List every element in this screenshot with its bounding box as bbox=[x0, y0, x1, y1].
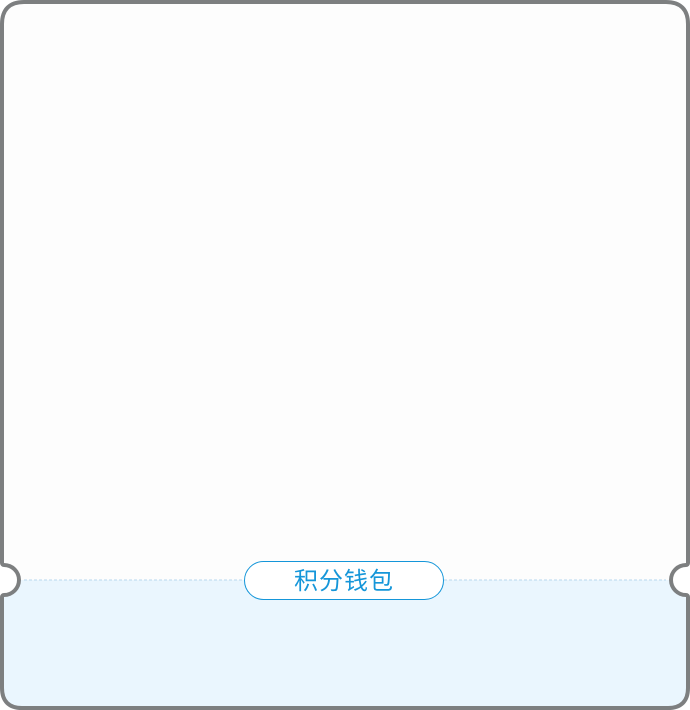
points-wallet-button[interactable]: 积分钱包 bbox=[244, 561, 444, 600]
ticket-card: 积分钱包 bbox=[0, 0, 690, 710]
points-wallet-label: 积分钱包 bbox=[294, 566, 394, 595]
card-content-area bbox=[10, 8, 680, 576]
